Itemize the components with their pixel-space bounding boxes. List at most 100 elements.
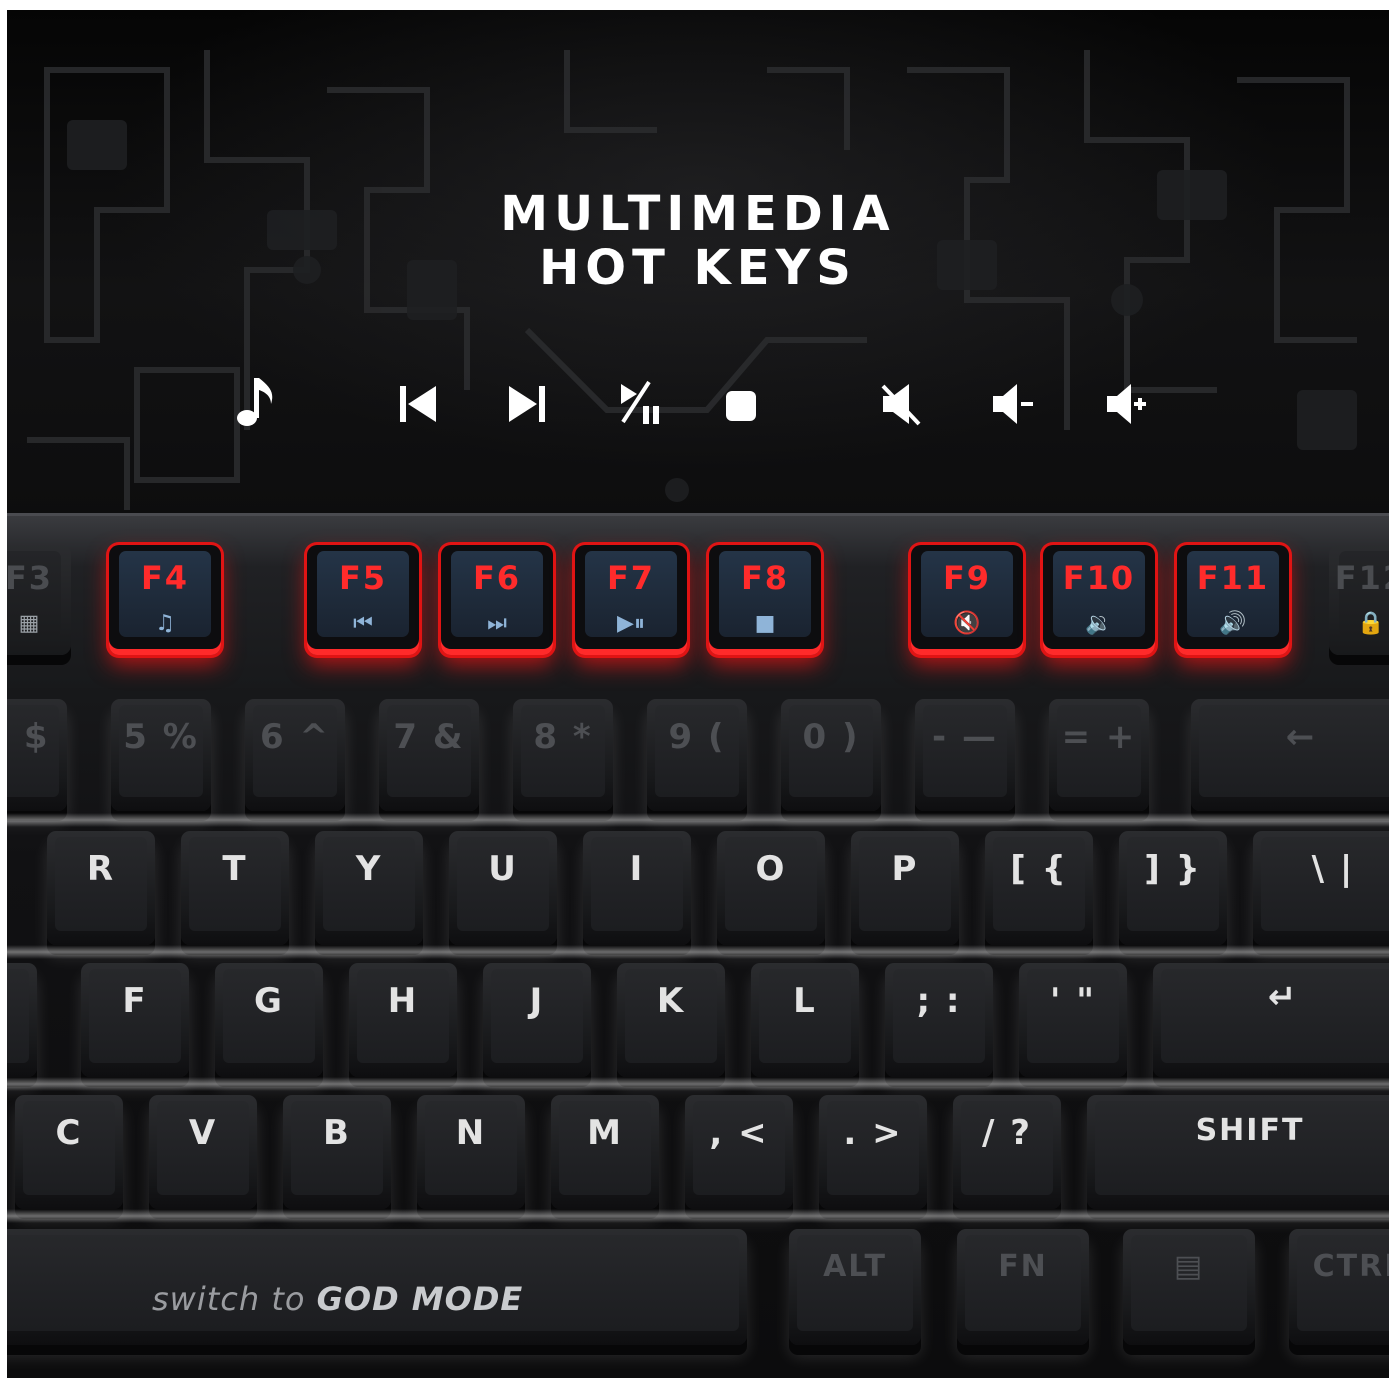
product-photo: MULTIMEDIA HOT KEYS F3 ▦ F4 ♫ F5 ⏮ F6 ⏭ … [7,10,1389,1378]
music-note-icon [237,378,273,426]
key-legend: K [656,981,686,1021]
key-label: F11 [1196,559,1270,597]
key-9: 9 ( [647,699,747,811]
key-n: N [417,1095,525,1209]
key-legend: = + [1061,717,1137,757]
key-f5: F5 ⏮ [307,545,419,655]
volume-down-icon: 🔉 [1085,611,1113,636]
key-legend: T [222,849,248,889]
key-quote: ' " [1019,963,1127,1077]
headline-line-1: MULTIMEDIA [500,186,896,242]
key-legend: O [755,849,787,889]
tagline-prefix: switch to [152,1280,317,1318]
key-t: T [181,831,289,945]
key-legend: I [629,849,645,889]
music-note-icon: ♫ [155,611,175,636]
key-label: F7 [606,559,656,597]
key-f3: F3 ▦ [7,545,71,655]
play-pause-icon: ▶⏸ [617,611,645,636]
key-b: B [283,1095,391,1209]
key-legend: L [793,981,817,1021]
key-legend: 6 ^ [260,717,330,757]
key-g: G [215,963,323,1077]
key-h: H [349,963,457,1077]
key-5: 5 % [111,699,211,811]
key-f6: F6 ⏭ [441,545,553,655]
key-semicolon: ; : [885,963,993,1077]
key-equals: = + [1049,699,1149,811]
headline-line-2: HOT KEYS [539,240,857,296]
lock-icon: 🔒 [1357,611,1385,636]
key-legend: \ | [1311,849,1355,889]
key-p: P [851,831,959,945]
mute-icon [881,384,921,426]
play-pause-icon [621,380,659,424]
key-legend: V [188,1113,218,1153]
key-legend: . > [843,1113,903,1153]
key-legend: F [122,981,148,1021]
next-track-icon: ⏭ [487,611,507,636]
key-right-bracket: ] } [1119,831,1227,945]
key-legend: ↵ [1267,977,1299,1017]
key-f11: F11 🔊 [1177,545,1289,655]
key-legend: 0 ) [802,717,860,757]
tagline-emphasis: GOD MODE [316,1280,524,1318]
stop-icon: ■ [754,611,776,636]
key-fn: FN [957,1229,1089,1345]
key-6: 6 ^ [245,699,345,811]
key-4: 4 $ [7,699,67,811]
key-f8: F8 ■ [709,545,821,655]
key-legend: , < [709,1113,769,1153]
key-i: I [583,831,691,945]
key-label: F6 [472,559,522,597]
key-legend: ALT [823,1249,887,1284]
key-label: F4 [140,559,190,597]
key-period: . > [819,1095,927,1209]
key-label: F12 [1334,559,1389,597]
key-backspace: ← [1191,699,1389,811]
key-legend: 4 $ [7,717,50,757]
key-v: V [149,1095,257,1209]
key-label: F10 [1062,559,1136,597]
key-legend: ; : [916,981,962,1021]
key-left-bracket: [ { [985,831,1093,945]
key-label: F3 [7,559,54,597]
key-u: U [449,831,557,945]
key-8: 8 * [513,699,613,811]
menu-icon: ▤ [1173,1249,1205,1284]
key-backslash: \ | [1253,831,1389,945]
key-k: K [617,963,725,1077]
mute-icon: 🔇 [953,611,981,636]
key-j: J [483,963,591,1077]
key-y: Y [315,831,423,945]
key-r: R [47,831,155,945]
key-f4: F4 ♫ [109,545,221,655]
key-legend: ' " [1050,981,1096,1021]
key-7: 7 & [379,699,479,811]
key-legend: C [55,1113,83,1153]
key-f7: F7 ▶⏸ [575,545,687,655]
key-legend: [ { [1010,849,1068,889]
key-legend: H [387,981,419,1021]
backlight-glow [7,1077,1389,1091]
key-legend: Y [355,849,383,889]
key-c: C [15,1095,123,1209]
next-track-icon [509,386,545,422]
key-menu: ▤ [1123,1229,1255,1345]
key-f10: F10 🔉 [1043,545,1155,655]
key-f9: F9 🔇 [911,545,1023,655]
key-comma: , < [685,1095,793,1209]
spacebar-tagline: switch to GOD MODE [152,1280,523,1318]
key-label: F9 [942,559,992,597]
key-legend: - — [932,717,998,757]
key-legend: SHIFT [1195,1113,1305,1148]
volume-up-icon: 🔊 [1219,611,1247,636]
key-label: F8 [740,559,790,597]
keyboard: F3 ▦ F4 ♫ F5 ⏮ F6 ⏭ F7 ▶⏸ F8 ■ F9 🔇 F10 … [7,513,1389,1378]
key-l: L [751,963,859,1077]
key-legend: J [529,981,545,1021]
calculator-icon: ▦ [18,611,40,636]
key-label: F5 [338,559,388,597]
key-f: F [81,963,189,1077]
key-m: M [551,1095,659,1209]
